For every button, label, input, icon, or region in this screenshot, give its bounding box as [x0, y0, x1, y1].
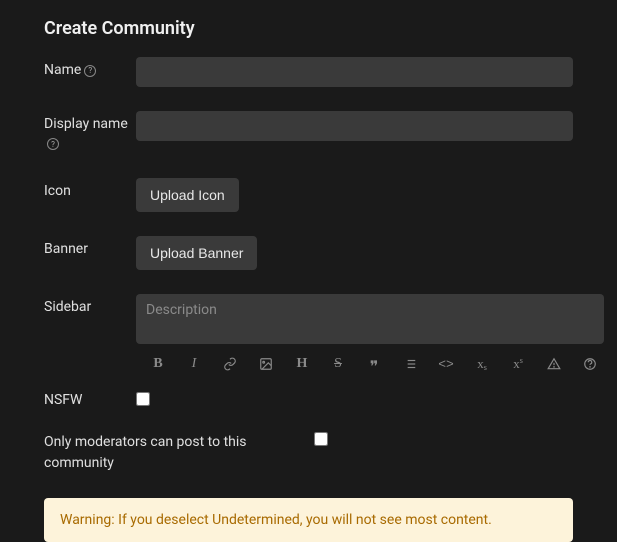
sidebar-label: Sidebar [44, 294, 136, 318]
mods-only-label: Only moderators can post to this communi… [44, 432, 314, 474]
list-icon[interactable] [402, 356, 418, 372]
help-icon[interactable] [582, 356, 598, 372]
code-icon[interactable]: <> [438, 356, 454, 372]
name-input[interactable] [136, 57, 573, 87]
image-icon[interactable] [258, 356, 274, 372]
display-name-input[interactable] [136, 111, 573, 141]
warning-banner: Warning: If you deselect Undetermined, y… [44, 498, 573, 542]
mods-only-checkbox[interactable] [314, 432, 328, 446]
bold-icon[interactable]: B [150, 356, 166, 372]
help-icon[interactable]: ? [47, 138, 59, 150]
banner-label: Banner [44, 236, 136, 260]
header-icon[interactable]: H [294, 356, 310, 372]
upload-banner-button[interactable]: Upload Banner [136, 236, 257, 270]
upload-icon-button[interactable]: Upload Icon [136, 178, 239, 212]
spoiler-icon[interactable] [546, 356, 562, 372]
editor-toolbar: B I H S ❞ <> xs xs [136, 344, 604, 372]
nsfw-label: NSFW [44, 392, 136, 408]
display-name-label: Display name ? [44, 111, 136, 154]
link-icon[interactable] [222, 356, 238, 372]
help-icon[interactable]: ? [84, 65, 96, 77]
page-title: Create Community [44, 18, 573, 39]
icon-label: Icon [44, 178, 136, 202]
superscript-icon[interactable]: xs [510, 356, 526, 372]
nsfw-checkbox[interactable] [136, 392, 150, 406]
name-label: Name? [44, 57, 136, 81]
italic-icon[interactable]: I [186, 356, 202, 372]
strikethrough-icon[interactable]: S [330, 356, 346, 372]
subscript-icon[interactable]: xs [474, 356, 490, 372]
quote-icon[interactable]: ❞ [366, 356, 382, 372]
sidebar-textarea[interactable] [136, 294, 604, 344]
